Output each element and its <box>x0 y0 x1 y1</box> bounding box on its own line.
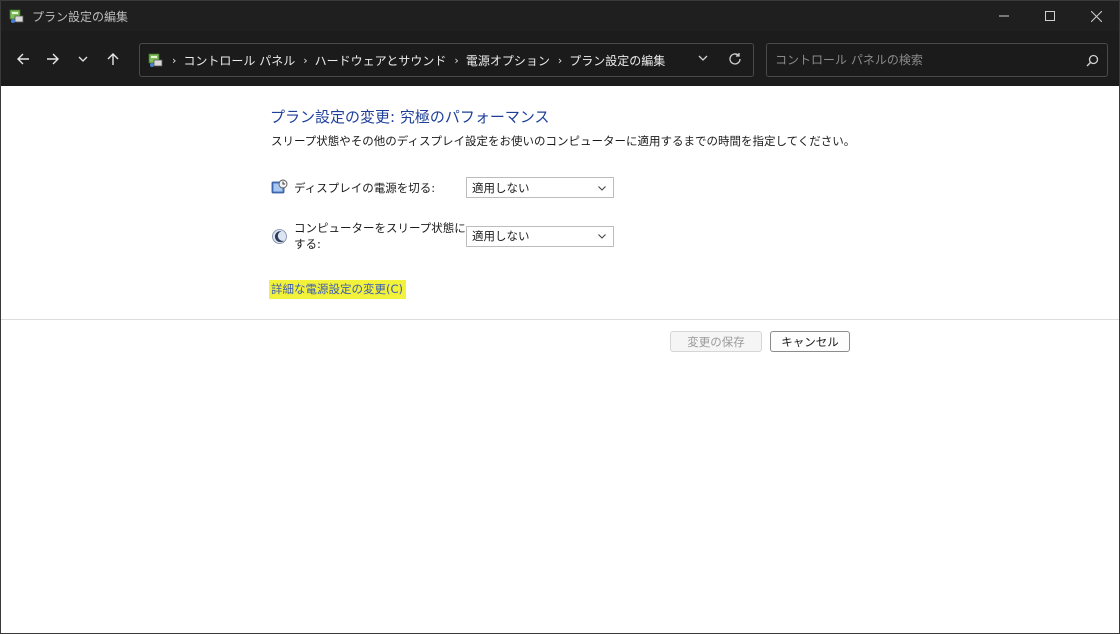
search-input[interactable] <box>767 52 1077 68</box>
sleep-label: コンピューターをスリープ状態にする: <box>294 221 466 251</box>
display-off-setting: ディスプレイの電源を切る: 適用しない <box>270 177 614 198</box>
page-description: スリープ状態やその他のディスプレイ設定をお使いのコンピューターに適用するまでの時… <box>271 134 856 148</box>
back-button[interactable] <box>8 44 38 74</box>
forward-button[interactable] <box>38 44 68 74</box>
display-off-label: ディスプレイの電源を切る: <box>294 180 436 195</box>
breadcrumb-power-options[interactable]: 電源オプション <box>466 52 550 69</box>
advanced-power-settings-link[interactable]: 詳細な電源設定の変更(C) <box>269 280 407 299</box>
chevron-down-icon <box>597 231 607 241</box>
chevron-down-icon <box>597 183 607 193</box>
save-changes-button[interactable]: 変更の保存 <box>670 331 762 352</box>
navigation-bar: › コントロール パネル › ハードウェアとサウンド › 電源オプション › プ… <box>1 31 1119 86</box>
title-bar: プラン設定の編集 <box>1 1 1119 31</box>
divider <box>1 319 1119 320</box>
chevron-right-icon[interactable]: › <box>303 54 307 67</box>
chevron-right-icon[interactable]: › <box>454 54 458 67</box>
search-box[interactable] <box>766 43 1108 77</box>
sleep-moon-icon <box>270 227 288 245</box>
chevron-down-icon <box>698 55 708 61</box>
window-controls <box>981 1 1119 31</box>
close-button[interactable] <box>1073 1 1119 31</box>
cancel-button[interactable]: キャンセル <box>770 331 850 352</box>
sleep-value: 適用しない <box>472 229 530 243</box>
arrow-right-icon <box>47 53 59 64</box>
breadcrumb-control-panel[interactable]: コントロール パネル <box>183 52 295 69</box>
display-off-dropdown[interactable]: 適用しない <box>466 177 614 198</box>
page-title: プラン設定の変更: 究極のパフォーマンス <box>270 108 550 126</box>
recent-locations-button[interactable] <box>68 44 98 74</box>
up-button[interactable] <box>98 44 128 74</box>
close-icon <box>1090 10 1102 22</box>
app-window: プラン設定の編集 › コントロール パネル › ハードウェアとサウンド › 電源… <box>0 0 1120 634</box>
arrow-up-icon <box>107 52 119 65</box>
main-content: プラン設定の変更: 究極のパフォーマンス スリープ状態やその他のディスプレイ設定… <box>1 86 1119 632</box>
search-icon[interactable] <box>1077 54 1107 67</box>
address-bar[interactable]: › コントロール パネル › ハードウェアとサウンド › 電源オプション › プ… <box>139 43 754 77</box>
refresh-icon <box>729 53 741 65</box>
chevron-right-icon[interactable]: › <box>558 54 562 67</box>
maximize-icon <box>1045 11 1055 21</box>
chevron-down-icon <box>78 56 88 62</box>
minimize-icon <box>999 15 1009 17</box>
address-dropdown-button[interactable] <box>697 52 709 67</box>
sleep-dropdown[interactable]: 適用しない <box>466 225 614 247</box>
breadcrumb-hardware-sound[interactable]: ハードウェアとサウンド <box>315 52 447 69</box>
chevron-right-icon: › <box>172 53 177 67</box>
refresh-button[interactable] <box>727 51 743 70</box>
display-off-value: 適用しない <box>472 180 530 195</box>
arrow-left-icon <box>17 53 29 64</box>
window-title: プラン設定の編集 <box>32 9 129 24</box>
display-power-icon <box>270 179 288 197</box>
maximize-button[interactable] <box>1027 1 1073 31</box>
breadcrumb-edit-plan[interactable]: プラン設定の編集 <box>569 52 665 69</box>
control-panel-icon <box>8 7 26 25</box>
sleep-setting: コンピューターをスリープ状態にする: 適用しない <box>270 220 614 252</box>
control-panel-icon <box>148 52 164 68</box>
minimize-button[interactable] <box>981 1 1027 31</box>
